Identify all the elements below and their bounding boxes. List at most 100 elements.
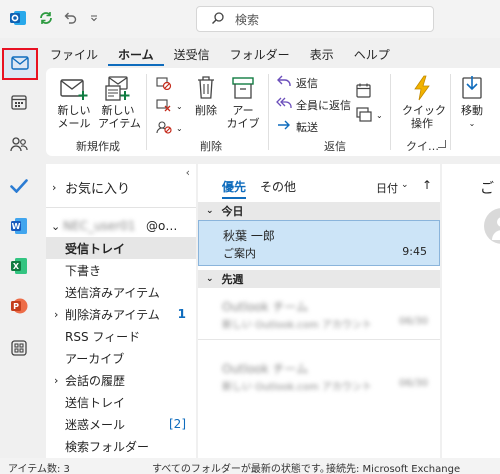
folder-label: 送信済みアイテム <box>65 285 160 300</box>
reply-all-icon <box>276 96 292 113</box>
more-respond-icon <box>356 106 372 125</box>
junk-button[interactable]: ⌄ <box>156 120 183 137</box>
reading-pane: ご <box>442 164 500 458</box>
new-mail-icon <box>56 74 92 104</box>
chevron-down-icon: ⌄ <box>176 124 183 133</box>
calendar-app-button[interactable] <box>4 88 34 118</box>
group-label-delete: 削除 <box>200 140 222 153</box>
tab-send-receive[interactable]: 送受信 <box>164 44 220 66</box>
tab-focused[interactable]: 優先 <box>222 178 247 199</box>
ribbon-separator <box>390 74 391 150</box>
folder-archive[interactable]: アーカイブ <box>46 347 196 369</box>
reply-icon <box>276 74 292 91</box>
message-time: 06/30 <box>399 316 428 327</box>
favorites-section[interactable]: › お気に入り <box>46 176 196 198</box>
new-mail-button[interactable]: 新しい メール <box>56 74 92 130</box>
excel-app-button[interactable]: X <box>4 252 34 282</box>
tab-file[interactable]: ファイル <box>40 44 108 66</box>
more-respond-button[interactable]: ⌄ <box>356 106 383 125</box>
cleanup-icon <box>156 98 172 115</box>
tab-view[interactable]: 表示 <box>300 44 344 66</box>
tab-home[interactable]: ホーム <box>108 44 164 66</box>
message-list: 優先 その他 日付 ⌄ ↑ ⌄ 今日 秋葉 一郎 ご案内 9:45 ⌄ 先週 O… <box>198 164 440 458</box>
archive-button[interactable]: アー カイブ <box>226 74 260 130</box>
mail-app-button[interactable] <box>2 48 38 80</box>
search-box[interactable]: 検索 <box>196 6 434 32</box>
folder-pane: ‹ › お気に入り ⌄ NEC_user01 @o… 受信トレイ 下書き 送信済… <box>46 164 196 458</box>
move-label: 移動 <box>461 104 483 117</box>
ribbon-separator <box>146 74 147 150</box>
forward-button[interactable]: 転送 <box>276 118 318 135</box>
group-label-new: 新規作成 <box>76 140 120 153</box>
chevron-down-icon: ⌄ <box>468 119 476 128</box>
reply-label: 返信 <box>296 76 318 90</box>
folder-label: 下書き <box>65 263 102 278</box>
sort-direction-icon[interactable]: ↑ <box>422 178 432 192</box>
group-header-today[interactable]: ⌄ 今日 <box>198 202 440 220</box>
tab-help[interactable]: ヘルプ <box>344 44 400 66</box>
folder-label: 削除済みアイテム <box>65 307 160 322</box>
move-button[interactable]: 移動 ⌄ <box>456 74 488 130</box>
powerpoint-app-button[interactable]: P <box>4 292 34 322</box>
more-apps-button[interactable] <box>4 334 34 364</box>
folder-rss[interactable]: RSS フィード <box>46 325 196 347</box>
favorites-label: お気に入り <box>65 181 131 197</box>
reply-button[interactable]: 返信 <box>276 74 318 91</box>
todo-app-button[interactable] <box>4 172 34 202</box>
account-section[interactable]: ⌄ NEC_user01 @o… <box>46 215 196 237</box>
folder-sent[interactable]: 送信済みアイテム <box>46 281 196 303</box>
message-subject: 新しい Outlook.com アカウント <box>222 320 372 331</box>
ribbon-separator <box>268 74 269 150</box>
app-rail: W X P <box>0 38 38 458</box>
delete-button[interactable]: 削除 <box>192 74 220 117</box>
ribbon-tabs: ファイル ホーム 送受信 フォルダー 表示 ヘルプ <box>40 44 400 66</box>
outlook-app-icon <box>8 8 28 28</box>
group-header-last-week[interactable]: ⌄ 先週 <box>198 270 440 288</box>
account-domain: @o… <box>146 219 178 233</box>
undo-icon[interactable] <box>60 8 80 28</box>
folder-label: 会話の履歴 <box>65 373 126 388</box>
search-placeholder: 検索 <box>235 12 260 27</box>
tab-other[interactable]: その他 <box>260 178 296 195</box>
ignore-button[interactable] <box>156 76 172 93</box>
divider <box>46 207 196 208</box>
message-item[interactable]: Outlook チーム 新しい Outlook.com アカウント 06/30 <box>198 288 440 340</box>
folder-label: 迷惑メール <box>65 417 126 432</box>
status-bar: アイテム数: 3 すべてのフォルダーが最新の状態です。 接続先: Microso… <box>0 458 500 474</box>
message-item[interactable]: Outlook チーム 新しい Outlook.com アカウント 06/30 <box>198 350 440 402</box>
tab-folder[interactable]: フォルダー <box>220 44 300 66</box>
sort-dropdown[interactable]: 日付 ⌄ <box>376 180 409 196</box>
chevron-down-icon: ⌄ <box>51 219 61 233</box>
quick-steps-button[interactable]: クイック 操作 <box>402 74 446 130</box>
sort-label: 日付 <box>376 182 398 195</box>
people-app-button[interactable] <box>4 130 34 160</box>
message-subject: ご案内 <box>223 247 256 260</box>
group-label: 今日 <box>221 205 244 218</box>
word-app-button[interactable]: W <box>4 212 34 242</box>
sync-icon[interactable] <box>36 8 56 28</box>
unread-count: 1 <box>177 307 186 321</box>
folder-conversation-history[interactable]: › 会話の履歴 <box>46 369 196 391</box>
folder-junk[interactable]: 迷惑メール [2] <box>46 413 196 435</box>
folder-label: 送信トレイ <box>65 395 126 410</box>
folder-deleted[interactable]: › 削除済みアイテム 1 <box>46 303 196 325</box>
folder-outbox[interactable]: 送信トレイ <box>46 391 196 413</box>
folder-inbox[interactable]: 受信トレイ <box>46 237 196 259</box>
reading-header: ご <box>480 181 494 197</box>
archive-icon <box>226 74 260 104</box>
excel-icon: X <box>10 257 28 278</box>
meeting-button[interactable] <box>356 82 372 101</box>
folder-drafts[interactable]: 下書き <box>46 259 196 281</box>
reply-all-button[interactable]: 全員に返信 <box>276 96 351 113</box>
message-subject: 新しい Outlook.com アカウント <box>222 382 372 393</box>
cleanup-button[interactable]: ⌄ <box>156 98 183 115</box>
message-sender: Outlook チーム <box>222 300 309 314</box>
customize-toolbar-icon[interactable] <box>84 8 104 28</box>
folder-search-folders[interactable]: 検索フォルダー <box>46 435 196 457</box>
avatar <box>484 208 500 244</box>
new-items-button[interactable]: 新しい アイテム <box>98 74 141 130</box>
chevron-down-icon: ⌄ <box>206 274 214 284</box>
folder-label: 受信トレイ <box>65 241 126 256</box>
dialog-launcher-icon[interactable] <box>438 140 446 148</box>
message-item-selected[interactable]: 秋葉 一郎 ご案内 9:45 <box>198 220 440 266</box>
